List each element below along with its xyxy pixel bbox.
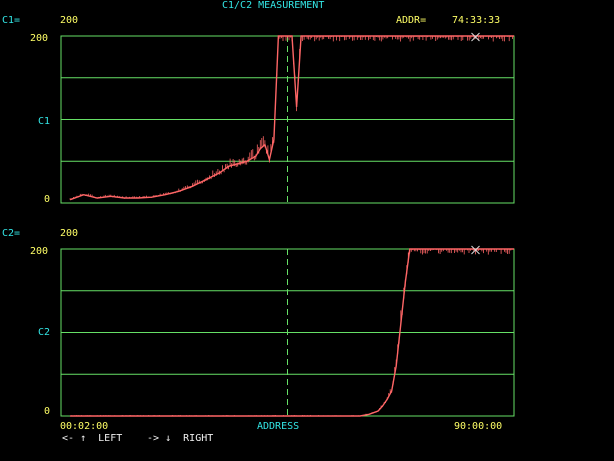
measurement-plots bbox=[60, 32, 515, 417]
plot1-trace bbox=[69, 35, 514, 201]
